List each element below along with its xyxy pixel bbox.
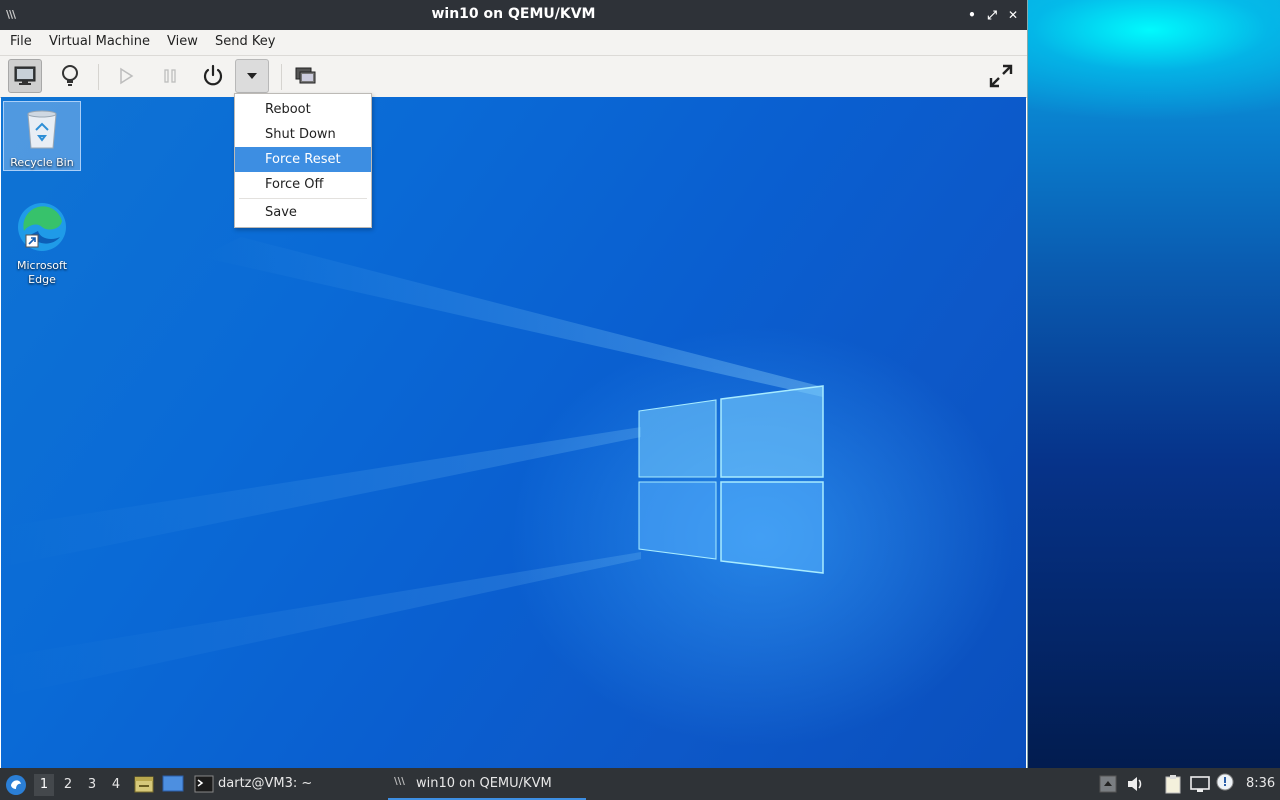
taskbar-terminal-task[interactable]: dartz@VM3: ~ bbox=[218, 776, 312, 791]
clock[interactable]: 8:36 bbox=[1246, 776, 1275, 791]
edge-icon bbox=[18, 203, 66, 251]
snapshot-button[interactable] bbox=[289, 59, 323, 93]
play-icon bbox=[120, 67, 134, 85]
clipboard-icon[interactable] bbox=[1163, 774, 1183, 794]
terminal-icon bbox=[194, 775, 214, 793]
menu-item-reboot[interactable]: Reboot bbox=[235, 97, 371, 122]
window-titlebar[interactable]: \\\ win10 on QEMU/KVM • ⤢ ✕ bbox=[0, 0, 1027, 30]
taskbar: 1 2 3 4 dartz@VM3: ~ \\\ win10 on QEMU/K… bbox=[0, 768, 1280, 800]
network-icon[interactable] bbox=[1190, 775, 1210, 793]
menu-item-force-reset[interactable]: Force Reset bbox=[235, 147, 371, 172]
menu-send-key[interactable]: Send Key bbox=[215, 34, 275, 49]
menu-item-force-off[interactable]: Force Off bbox=[235, 172, 371, 197]
desktop-icon-edge[interactable]: Microsoft Edge bbox=[3, 201, 81, 287]
fullscreen-icon bbox=[989, 64, 1013, 88]
recycle-bin-label: Recycle Bin bbox=[10, 156, 74, 169]
pause-button[interactable] bbox=[153, 59, 187, 93]
taskbar-vm-task-label: win10 on QEMU/KVM bbox=[416, 776, 552, 791]
run-button[interactable] bbox=[109, 59, 143, 93]
power-dropdown-button[interactable] bbox=[235, 59, 269, 93]
power-icon bbox=[203, 64, 223, 86]
workspace-1[interactable]: 1 bbox=[34, 774, 54, 796]
pause-icon bbox=[164, 69, 176, 83]
lightbulb-icon bbox=[62, 65, 78, 86]
fullscreen-button[interactable] bbox=[984, 59, 1018, 93]
desktop-icon-recycle-bin[interactable]: Recycle Bin bbox=[3, 101, 81, 171]
toolbar-separator bbox=[98, 64, 99, 90]
taskbar-vm-task[interactable]: \\\ win10 on QEMU/KVM bbox=[388, 768, 586, 800]
caret-down-icon bbox=[247, 73, 257, 79]
window-title: win10 on QEMU/KVM bbox=[431, 6, 596, 22]
workspace-2[interactable]: 2 bbox=[58, 774, 78, 796]
start-menu-icon[interactable] bbox=[5, 774, 27, 796]
workspace-3[interactable]: 3 bbox=[82, 774, 102, 796]
power-button[interactable] bbox=[196, 59, 230, 93]
menu-item-shut-down[interactable]: Shut Down bbox=[235, 122, 371, 147]
tray-expand-icon[interactable] bbox=[1099, 775, 1117, 793]
workspace-4[interactable]: 4 bbox=[106, 774, 126, 796]
virt-manager-task-icon: \\\ bbox=[394, 776, 405, 787]
snapshot-icon bbox=[295, 67, 316, 84]
details-button[interactable] bbox=[53, 59, 87, 93]
menu-virtual-machine[interactable]: Virtual Machine bbox=[49, 34, 150, 49]
menu-file[interactable]: File bbox=[10, 34, 32, 49]
recycle-bin-icon bbox=[27, 110, 57, 149]
notification-icon[interactable] bbox=[1216, 773, 1234, 791]
monitor-icon bbox=[14, 66, 36, 85]
maximize-icon[interactable]: ⤢ bbox=[983, 6, 1001, 24]
vm-viewer-window: \\\ win10 on QEMU/KVM • ⤢ ✕ File Virtual… bbox=[0, 0, 1028, 768]
file-manager-icon[interactable] bbox=[134, 775, 154, 793]
menubar: File Virtual Machine View Send Key bbox=[0, 30, 1027, 56]
menu-separator bbox=[239, 198, 367, 199]
toolbar bbox=[0, 56, 1027, 98]
toolbar-separator bbox=[281, 64, 282, 90]
edge-label: Microsoft Edge bbox=[16, 259, 68, 286]
guest-display[interactable]: Recycle Bin Microsoft Edge bbox=[1, 97, 1026, 768]
windows-logo-icon bbox=[638, 385, 824, 574]
volume-icon[interactable] bbox=[1126, 775, 1146, 793]
console-button[interactable] bbox=[8, 59, 42, 93]
menu-view[interactable]: View bbox=[167, 34, 198, 49]
show-desktop-icon[interactable] bbox=[162, 775, 184, 793]
close-icon[interactable]: ✕ bbox=[1004, 6, 1022, 24]
minimize-icon[interactable]: • bbox=[963, 6, 981, 24]
power-dropdown-menu: Reboot Shut Down Force Reset Force Off S… bbox=[234, 93, 372, 228]
wallpaper-light-beams bbox=[1, 237, 823, 697]
menu-item-save[interactable]: Save bbox=[235, 200, 371, 225]
